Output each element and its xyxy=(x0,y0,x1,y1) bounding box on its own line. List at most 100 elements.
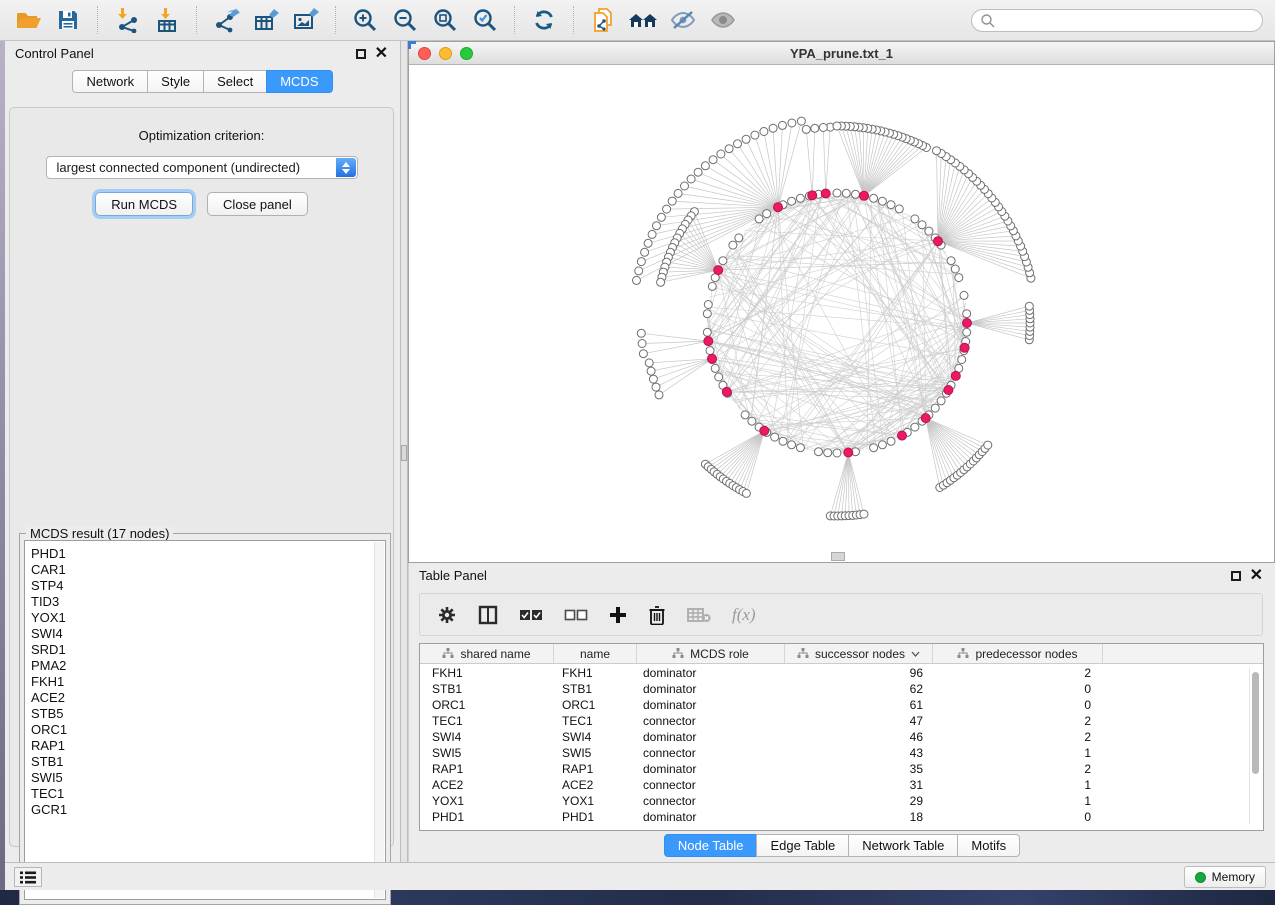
table-cell[interactable]: 31 xyxy=(785,778,933,792)
delete-columns-button[interactable] xyxy=(687,607,711,623)
list-item[interactable]: ORC1 xyxy=(31,722,385,738)
table-cell[interactable]: connector xyxy=(637,714,785,728)
tab-motifs[interactable]: Motifs xyxy=(957,834,1020,857)
horizontal-splitter-handle[interactable] xyxy=(831,552,845,561)
vertical-splitter[interactable] xyxy=(400,41,408,862)
network-canvas[interactable] xyxy=(409,66,1274,562)
table-cell[interactable]: STB1 xyxy=(420,682,554,696)
table-row[interactable]: SWI5SWI5connector431 xyxy=(420,745,1263,761)
import-table-button[interactable] xyxy=(149,4,185,36)
table-cell[interactable]: 1 xyxy=(933,778,1103,792)
table-cell[interactable]: PHD1 xyxy=(420,810,554,824)
list-item[interactable]: PMA2 xyxy=(31,658,385,674)
export-network-button[interactable] xyxy=(208,4,244,36)
tab-select[interactable]: Select xyxy=(203,70,267,93)
table-cell[interactable]: YOX1 xyxy=(420,794,554,808)
tab-network-table[interactable]: Network Table xyxy=(848,834,958,857)
import-network-button[interactable] xyxy=(109,4,145,36)
table-cell[interactable]: SWI4 xyxy=(420,730,554,744)
table-cell[interactable]: 29 xyxy=(785,794,933,808)
close-panel-button[interactable]: Close panel xyxy=(207,192,308,216)
table-cell[interactable]: connector xyxy=(637,794,785,808)
table-cell[interactable]: FKH1 xyxy=(420,666,554,680)
table-cell[interactable]: connector xyxy=(637,746,785,760)
table-cell[interactable]: ACE2 xyxy=(420,778,554,792)
table-cell[interactable]: connector xyxy=(637,778,785,792)
close-panel-icon[interactable]: ✕ xyxy=(1250,571,1263,581)
table-cell[interactable]: dominator xyxy=(637,762,785,776)
zoom-selected-button[interactable] xyxy=(467,4,503,36)
column-header-successor-nodes[interactable]: successor nodes xyxy=(785,644,933,663)
zoom-in-button[interactable] xyxy=(347,4,383,36)
table-cell[interactable]: 47 xyxy=(785,714,933,728)
list-item[interactable]: RAP1 xyxy=(31,738,385,754)
table-cell[interactable]: 43 xyxy=(785,746,933,760)
table-cell[interactable]: 62 xyxy=(785,682,933,696)
list-item[interactable]: TID3 xyxy=(31,594,385,610)
table-scrollbar[interactable] xyxy=(1249,668,1260,824)
table-cell[interactable]: ACE2 xyxy=(554,778,637,792)
list-item[interactable]: SWI4 xyxy=(31,626,385,642)
table-cell[interactable]: 1 xyxy=(933,794,1103,808)
open-folder-button[interactable] xyxy=(10,4,46,36)
table-cell[interactable]: FKH1 xyxy=(554,666,637,680)
first-neighbors-button[interactable] xyxy=(625,4,661,36)
select-all-button[interactable] xyxy=(519,608,543,622)
run-mcds-button[interactable]: Run MCDS xyxy=(95,192,193,216)
delete-row-button[interactable] xyxy=(648,605,666,625)
table-cell[interactable]: PHD1 xyxy=(554,810,637,824)
list-item[interactable]: YOX1 xyxy=(31,610,385,626)
task-history-button[interactable] xyxy=(14,867,42,887)
table-cell[interactable]: 2 xyxy=(933,762,1103,776)
list-item[interactable]: STB1 xyxy=(31,754,385,770)
hide-selected-button[interactable] xyxy=(665,4,701,36)
table-cell[interactable]: TEC1 xyxy=(420,714,554,728)
splitter-handle[interactable] xyxy=(401,445,407,461)
zoom-out-button[interactable] xyxy=(387,4,423,36)
deselect-all-button[interactable] xyxy=(564,608,588,622)
show-columns-button[interactable] xyxy=(478,605,498,625)
float-panel-icon[interactable] xyxy=(1231,571,1241,581)
table-cell[interactable]: STB1 xyxy=(554,682,637,696)
settings-gear-button[interactable] xyxy=(437,605,457,625)
show-all-button[interactable] xyxy=(705,4,741,36)
export-image-button[interactable] xyxy=(288,4,324,36)
column-header-shared-name[interactable]: shared name xyxy=(420,644,554,663)
add-row-button[interactable] xyxy=(609,606,627,624)
table-cell[interactable]: dominator xyxy=(637,730,785,744)
table-row[interactable]: RAP1RAP1dominator352 xyxy=(420,761,1263,777)
table-cell[interactable]: ORC1 xyxy=(420,698,554,712)
list-item[interactable]: STB5 xyxy=(31,706,385,722)
table-cell[interactable]: 46 xyxy=(785,730,933,744)
table-cell[interactable]: 0 xyxy=(933,698,1103,712)
table-row[interactable]: STB1STB1dominator620 xyxy=(420,681,1263,697)
list-item[interactable]: ACE2 xyxy=(31,690,385,706)
close-panel-icon[interactable]: ✕ xyxy=(375,49,388,59)
table-cell[interactable]: dominator xyxy=(637,666,785,680)
search-input[interactable] xyxy=(971,9,1263,32)
table-row[interactable]: ORC1ORC1dominator610 xyxy=(420,697,1263,713)
list-scrollbar[interactable] xyxy=(374,542,384,898)
column-header-name[interactable]: name xyxy=(554,644,637,663)
refresh-button[interactable] xyxy=(526,4,562,36)
zoom-fit-button[interactable] xyxy=(427,4,463,36)
tab-mcds[interactable]: MCDS xyxy=(266,70,332,93)
export-table-button[interactable] xyxy=(248,4,284,36)
list-item[interactable]: SWI5 xyxy=(31,770,385,786)
table-cell[interactable]: RAP1 xyxy=(554,762,637,776)
table-cell[interactable]: SWI4 xyxy=(554,730,637,744)
table-cell[interactable]: 96 xyxy=(785,666,933,680)
table-cell[interactable]: RAP1 xyxy=(420,762,554,776)
table-cell[interactable]: SWI5 xyxy=(420,746,554,760)
table-cell[interactable]: 2 xyxy=(933,730,1103,744)
table-row[interactable]: PHD1PHD1dominator180 xyxy=(420,809,1263,825)
column-header-mcds-role[interactable]: MCDS role xyxy=(637,644,785,663)
table-cell[interactable]: ORC1 xyxy=(554,698,637,712)
table-cell[interactable]: TEC1 xyxy=(554,714,637,728)
tab-edge-table[interactable]: Edge Table xyxy=(756,834,849,857)
tab-network[interactable]: Network xyxy=(72,70,148,93)
table-cell[interactable]: 0 xyxy=(933,682,1103,696)
network-titlebar[interactable]: YPA_prune.txt_1 xyxy=(409,42,1274,65)
table-row[interactable]: FKH1FKH1dominator962 xyxy=(420,665,1263,681)
list-item[interactable]: FKH1 xyxy=(31,674,385,690)
